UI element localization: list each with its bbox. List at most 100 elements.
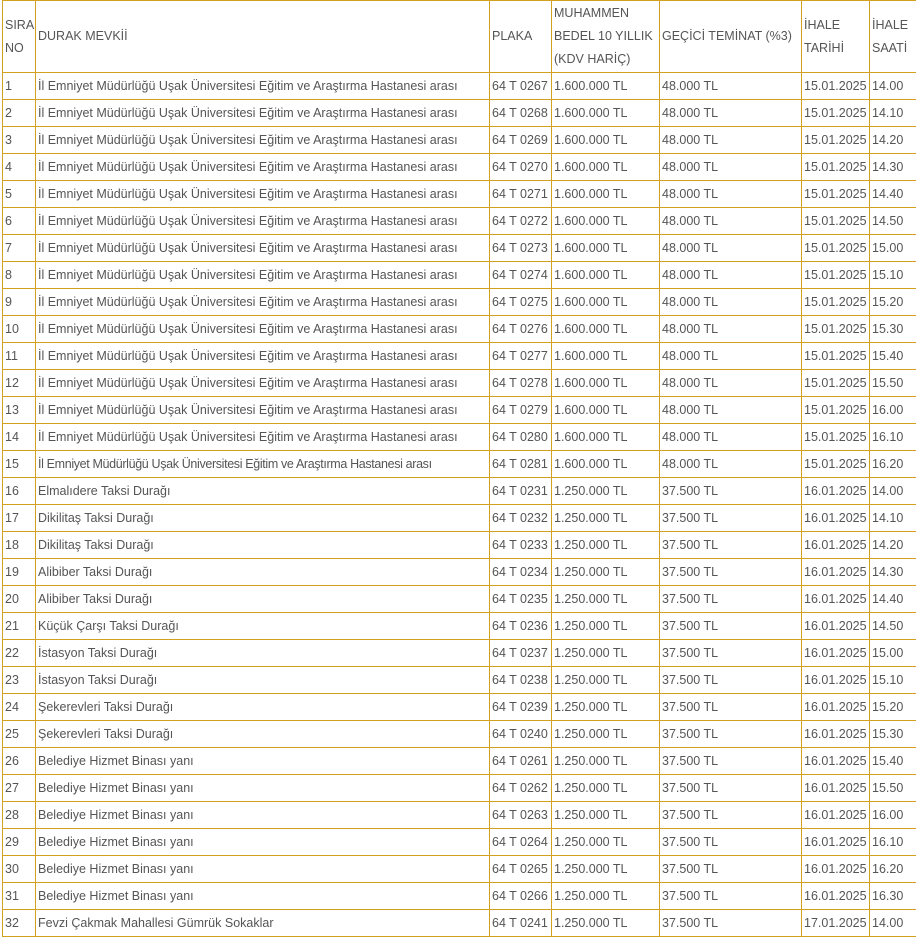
cell-sira-no: 22: [3, 640, 36, 667]
cell-ihale-saati: 16.10: [870, 829, 916, 856]
cell-muhammen-bedel: 1.250.000 TL: [552, 775, 660, 802]
cell-ihale-tarihi: 15.01.2025: [802, 73, 870, 100]
cell-gecici-teminat: 48.000 TL: [660, 208, 802, 235]
table-header: SIRA NO DURAK MEVKİİ PLAKA MUHAMMEN BEDE…: [3, 1, 916, 73]
cell-plaka: 64 T 0241: [490, 910, 552, 937]
cell-durak-mevkii: İstasyon Taksi Durağı: [36, 667, 490, 694]
cell-gecici-teminat: 37.500 TL: [660, 640, 802, 667]
cell-gecici-teminat: 37.500 TL: [660, 478, 802, 505]
cell-ihale-saati: 16.20: [870, 856, 916, 883]
cell-plaka: 64 T 0280: [490, 424, 552, 451]
cell-sira-no: 27: [3, 775, 36, 802]
cell-ihale-tarihi: 16.01.2025: [802, 586, 870, 613]
table-row: 2İl Emniyet Müdürlüğü Uşak Üniversitesi …: [3, 100, 916, 127]
cell-muhammen-bedel: 1.600.000 TL: [552, 208, 660, 235]
cell-ihale-tarihi: 16.01.2025: [802, 694, 870, 721]
cell-ihale-saati: 14.00: [870, 73, 916, 100]
table-row: 8İl Emniyet Müdürlüğü Uşak Üniversitesi …: [3, 262, 916, 289]
cell-durak-mevkii: İstasyon Taksi Durağı: [36, 640, 490, 667]
cell-sira-no: 29: [3, 829, 36, 856]
cell-sira-no: 19: [3, 559, 36, 586]
cell-gecici-teminat: 48.000 TL: [660, 343, 802, 370]
cell-plaka: 64 T 0268: [490, 100, 552, 127]
cell-gecici-teminat: 48.000 TL: [660, 451, 802, 478]
cell-ihale-tarihi: 16.01.2025: [802, 559, 870, 586]
cell-sira-no: 25: [3, 721, 36, 748]
cell-durak-mevkii: Elmalıdere Taksi Durağı: [36, 478, 490, 505]
cell-plaka: 64 T 0261: [490, 748, 552, 775]
cell-muhammen-bedel: 1.250.000 TL: [552, 505, 660, 532]
header-durak-mevkii: DURAK MEVKİİ: [36, 1, 490, 73]
cell-gecici-teminat: 48.000 TL: [660, 370, 802, 397]
cell-plaka: 64 T 0279: [490, 397, 552, 424]
cell-muhammen-bedel: 1.250.000 TL: [552, 694, 660, 721]
cell-durak-mevkii: Alibiber Taksi Durağı: [36, 559, 490, 586]
cell-gecici-teminat: 48.000 TL: [660, 127, 802, 154]
cell-durak-mevkii: İl Emniyet Müdürlüğü Uşak Üniversitesi E…: [36, 316, 490, 343]
cell-sira-no: 16: [3, 478, 36, 505]
cell-ihale-saati: 16.20: [870, 451, 916, 478]
table-row: 19Alibiber Taksi Durağı64 T 02341.250.00…: [3, 559, 916, 586]
cell-plaka: 64 T 0269: [490, 127, 552, 154]
cell-gecici-teminat: 37.500 TL: [660, 505, 802, 532]
cell-durak-mevkii: İl Emniyet Müdürlüğü Uşak Üniversitesi E…: [36, 154, 490, 181]
cell-plaka: 64 T 0274: [490, 262, 552, 289]
cell-ihale-saati: 14.30: [870, 154, 916, 181]
cell-ihale-tarihi: 16.01.2025: [802, 748, 870, 775]
cell-durak-mevkii: Belediye Hizmet Binası yanı: [36, 856, 490, 883]
cell-sira-no: 6: [3, 208, 36, 235]
cell-muhammen-bedel: 1.600.000 TL: [552, 235, 660, 262]
cell-muhammen-bedel: 1.600.000 TL: [552, 181, 660, 208]
cell-gecici-teminat: 48.000 TL: [660, 73, 802, 100]
cell-durak-mevkii: İl Emniyet Müdürlüğü Uşak Üniversitesi E…: [36, 208, 490, 235]
cell-ihale-tarihi: 15.01.2025: [802, 343, 870, 370]
cell-durak-mevkii: Şekerevleri Taksi Durağı: [36, 721, 490, 748]
cell-ihale-tarihi: 15.01.2025: [802, 316, 870, 343]
cell-muhammen-bedel: 1.250.000 TL: [552, 829, 660, 856]
cell-durak-mevkii: Belediye Hizmet Binası yanı: [36, 883, 490, 910]
cell-ihale-tarihi: 16.01.2025: [802, 856, 870, 883]
cell-muhammen-bedel: 1.250.000 TL: [552, 883, 660, 910]
cell-ihale-tarihi: 16.01.2025: [802, 802, 870, 829]
cell-sira-no: 14: [3, 424, 36, 451]
cell-plaka: 64 T 0236: [490, 613, 552, 640]
cell-sira-no: 23: [3, 667, 36, 694]
cell-muhammen-bedel: 1.250.000 TL: [552, 586, 660, 613]
cell-sira-no: 17: [3, 505, 36, 532]
table-row: 6İl Emniyet Müdürlüğü Uşak Üniversitesi …: [3, 208, 916, 235]
cell-plaka: 64 T 0240: [490, 721, 552, 748]
table-row: 22İstasyon Taksi Durağı64 T 02371.250.00…: [3, 640, 916, 667]
cell-muhammen-bedel: 1.250.000 TL: [552, 532, 660, 559]
cell-muhammen-bedel: 1.600.000 TL: [552, 397, 660, 424]
cell-gecici-teminat: 48.000 TL: [660, 397, 802, 424]
cell-ihale-saati: 15.50: [870, 775, 916, 802]
cell-muhammen-bedel: 1.600.000 TL: [552, 100, 660, 127]
cell-plaka: 64 T 0235: [490, 586, 552, 613]
cell-ihale-saati: 14.40: [870, 586, 916, 613]
cell-ihale-saati: 14.00: [870, 910, 916, 937]
cell-durak-mevkii: İl Emniyet Müdürlüğü Uşak Üniversitesi E…: [36, 127, 490, 154]
cell-ihale-saati: 15.40: [870, 343, 916, 370]
cell-durak-mevkii: İl Emniyet Müdürlüğü Uşak Üniversitesi E…: [36, 262, 490, 289]
table-row: 25Şekerevleri Taksi Durağı64 T 02401.250…: [3, 721, 916, 748]
table-row: 31Belediye Hizmet Binası yanı64 T 02661.…: [3, 883, 916, 910]
table-row: 18Dikilitaş Taksi Durağı64 T 02331.250.0…: [3, 532, 916, 559]
cell-ihale-saati: 15.40: [870, 748, 916, 775]
table-row: 13İl Emniyet Müdürlüğü Uşak Üniversitesi…: [3, 397, 916, 424]
cell-sira-no: 7: [3, 235, 36, 262]
cell-ihale-saati: 15.50: [870, 370, 916, 397]
cell-muhammen-bedel: 1.600.000 TL: [552, 127, 660, 154]
table-row: 32Fevzi Çakmak Mahallesi Gümrük Sokaklar…: [3, 910, 916, 937]
cell-sira-no: 5: [3, 181, 36, 208]
cell-ihale-saati: 15.10: [870, 667, 916, 694]
cell-ihale-saati: 15.00: [870, 640, 916, 667]
cell-ihale-tarihi: 15.01.2025: [802, 451, 870, 478]
cell-muhammen-bedel: 1.250.000 TL: [552, 802, 660, 829]
cell-gecici-teminat: 48.000 TL: [660, 100, 802, 127]
cell-gecici-teminat: 37.500 TL: [660, 910, 802, 937]
cell-durak-mevkii: İl Emniyet Müdürlüğü Uşak Üniversitesi E…: [36, 451, 490, 478]
cell-muhammen-bedel: 1.250.000 TL: [552, 721, 660, 748]
cell-ihale-tarihi: 16.01.2025: [802, 667, 870, 694]
table-row: 14İl Emniyet Müdürlüğü Uşak Üniversitesi…: [3, 424, 916, 451]
cell-gecici-teminat: 37.500 TL: [660, 748, 802, 775]
